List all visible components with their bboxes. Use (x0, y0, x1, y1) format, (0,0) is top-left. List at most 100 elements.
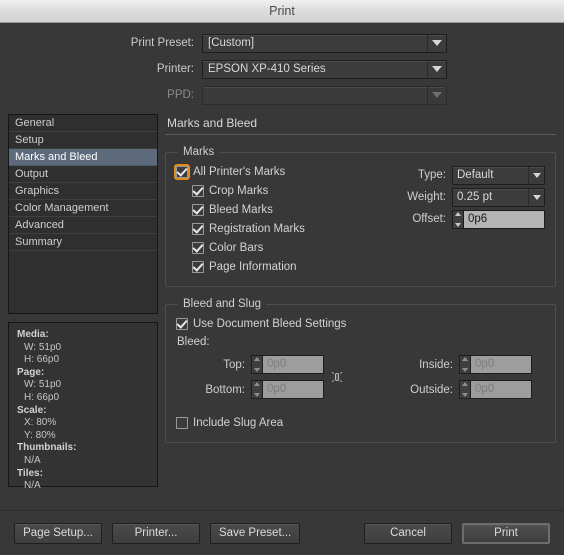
dialog-body: General Setup Marks and Bleed Output Gra… (0, 114, 564, 491)
bleed-bottom-row: Bottom: 0p0 (176, 377, 324, 402)
stepper-up-icon[interactable] (455, 211, 461, 216)
bleed-link-toggle[interactable] (324, 369, 350, 385)
marks-checkbox-column: All Printer's Marks Crop Marks Bleed Mar… (174, 162, 384, 276)
marks-weight-value: 0.25 pt (457, 191, 493, 203)
color-bars-label: Color Bars (209, 241, 264, 254)
bleed-inside-stepper (459, 355, 470, 374)
sidebar-item-output[interactable]: Output (9, 166, 157, 183)
window-title: Print (269, 4, 295, 18)
info-media-width: W: 51p0 (24, 341, 62, 353)
chevron-down-icon (432, 92, 442, 98)
page-information-checkbox[interactable] (192, 260, 204, 273)
marks-offset-input[interactable]: 0p6 (463, 209, 545, 229)
window-titlebar: Print (0, 0, 564, 23)
marks-weight-arrow-box[interactable] (528, 188, 544, 206)
marks-offset-stepper[interactable] (452, 209, 463, 229)
stepper-up-icon (254, 357, 260, 361)
stepper-down-icon[interactable] (455, 222, 461, 227)
page-title: Marks and Bleed (167, 116, 258, 130)
bleed-marks-row[interactable]: Bleed Marks (176, 200, 384, 219)
chevron-down-icon (532, 172, 541, 178)
print-preset-row: Print Preset: [Custom] (0, 32, 564, 54)
print-preset-dropdown[interactable]: [Custom] (202, 33, 447, 53)
marks-type-row: Type: Default (384, 164, 545, 186)
include-slug-area-label: Include Slug Area (193, 416, 284, 429)
bleed-bottom-stepper (251, 380, 262, 399)
all-printers-marks-checkbox[interactable] (174, 163, 190, 180)
use-document-bleed-checkbox[interactable] (176, 317, 188, 330)
sidebar-item-advanced[interactable]: Advanced (9, 217, 157, 234)
info-thumbnails-key: Thumbnails: (17, 442, 77, 454)
stepper-down-icon (462, 393, 468, 397)
registration-marks-row[interactable]: Registration Marks (176, 219, 384, 238)
panel-divider (165, 134, 556, 135)
bleed-right-column: Inside: 0p0 Outside: 0p0 (372, 352, 532, 402)
color-bars-checkbox[interactable] (192, 241, 204, 254)
use-document-bleed-row[interactable]: Use Document Bleed Settings (176, 314, 545, 333)
color-bars-row[interactable]: Color Bars (176, 238, 384, 257)
printer-button[interactable]: Printer... (112, 522, 200, 544)
chain-link-icon (331, 371, 343, 383)
info-media-key: Media: (17, 329, 49, 340)
registration-marks-checkbox[interactable] (192, 222, 204, 235)
settings-nav-list[interactable]: General Setup Marks and Bleed Output Gra… (8, 114, 158, 314)
bleed-section-label: Bleed: (177, 336, 210, 348)
marks-weight-row: Weight: 0.25 pt (384, 186, 545, 208)
page-information-row[interactable]: Page Information (176, 257, 384, 276)
info-scale-key: Scale: (17, 404, 47, 416)
ppd-dropdown (202, 85, 447, 105)
bleed-marks-checkbox[interactable] (192, 203, 204, 216)
bleed-inside-row: Inside: 0p0 (372, 352, 532, 377)
all-printers-marks-label: All Printer's Marks (193, 165, 286, 178)
info-scale-x: X: 80% (24, 417, 57, 429)
include-slug-area-row[interactable]: Include Slug Area (176, 413, 545, 432)
marks-offset-label: Offset: (412, 213, 446, 225)
print-summary-info: Media: W: 51p0 H: 66p0 Page: W: 51p0 H: … (8, 322, 158, 491)
print-preset-arrow-box[interactable] (427, 34, 446, 52)
bleed-top-row: Top: 0p0 (176, 352, 324, 377)
print-preset-label: Print Preset: (130, 37, 194, 49)
crop-marks-row[interactable]: Crop Marks (176, 181, 384, 200)
stepper-down-icon (254, 368, 260, 372)
info-scale-y: Y: 80% (24, 429, 56, 441)
bleed-outside-label: Outside: (410, 383, 453, 396)
page-information-label: Page Information (209, 260, 297, 273)
marks-group-legend: Marks (183, 146, 215, 158)
sidebar-item-graphics[interactable]: Graphics (9, 183, 157, 200)
ppd-row: PPD: (0, 84, 564, 106)
ppd-arrow-box (427, 86, 446, 104)
bleed-marks-label: Bleed Marks (209, 203, 273, 216)
print-top-form: Print Preset: [Custom] Printer: EPSON XP… (0, 23, 564, 114)
dialog-footer: Page Setup... Printer... Save Preset... … (0, 510, 564, 555)
printer-value: EPSON XP-410 Series (208, 63, 326, 75)
stepper-down-icon (462, 368, 468, 372)
bleed-bottom-label: Bottom: (205, 383, 245, 396)
sidebar-item-summary[interactable]: Summary (9, 234, 157, 251)
crop-marks-checkbox[interactable] (192, 184, 204, 197)
marks-type-dropdown[interactable]: Default (452, 165, 545, 185)
chevron-down-icon (432, 66, 442, 72)
sidebar-item-marks-and-bleed[interactable]: Marks and Bleed (9, 149, 157, 166)
marks-type-value: Default (457, 169, 494, 181)
save-preset-button[interactable]: Save Preset... (210, 522, 301, 544)
printer-arrow-box[interactable] (427, 60, 446, 78)
sidebar-item-color-management[interactable]: Color Management (9, 200, 157, 217)
all-printers-marks-row[interactable]: All Printer's Marks (174, 162, 384, 181)
bleed-top-label: Top: (223, 358, 245, 371)
registration-marks-label: Registration Marks (209, 222, 305, 235)
page-setup-button[interactable]: Page Setup... (14, 522, 102, 544)
bleed-and-slug-group: Bleed and Slug Use Document Bleed Settin… (165, 298, 556, 443)
cancel-button[interactable]: Cancel (364, 522, 452, 544)
print-button[interactable]: Print (462, 522, 550, 544)
sidebar-item-setup[interactable]: Setup (9, 132, 157, 149)
include-slug-area-checkbox[interactable] (176, 416, 188, 429)
marks-type-arrow-box[interactable] (528, 166, 544, 184)
bleed-top-input: 0p0 (262, 355, 324, 374)
bleed-and-slug-legend: Bleed and Slug (183, 298, 262, 310)
marks-weight-dropdown[interactable]: 0.25 pt (452, 187, 545, 207)
printer-dropdown[interactable]: EPSON XP-410 Series (202, 59, 447, 79)
sidebar-item-general[interactable]: General (9, 115, 157, 132)
info-page-width: W: 51p0 (24, 379, 62, 391)
stepper-up-icon (254, 382, 260, 386)
chevron-down-icon (532, 194, 541, 200)
